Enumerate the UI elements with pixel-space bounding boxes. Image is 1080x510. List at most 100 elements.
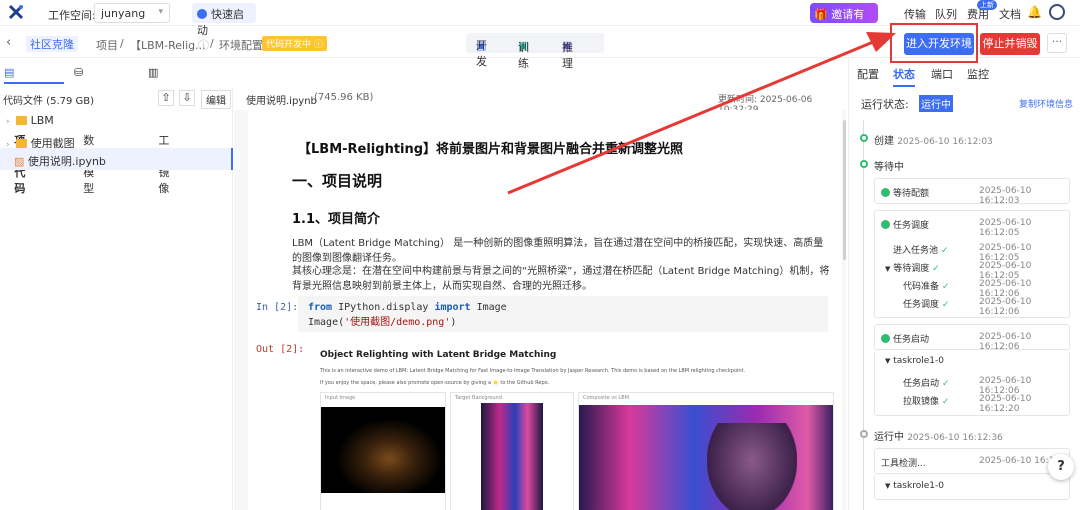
folder-label: LBM: [30, 114, 54, 127]
running-time: 2025-06-10 16:12:36: [907, 433, 1003, 443]
sub-row-time: 2025-06-10 16:12:06: [979, 279, 1032, 299]
folder-icon: [15, 139, 27, 148]
tab-project-code[interactable]: ▤ 项目代码: [4, 66, 25, 195]
notebook-page: 【LBM-Relighting】将前景图片和背景图片融合并重新调整光照 一、项目…: [248, 110, 842, 510]
created-time: 2025-06-10 16:12:03: [897, 137, 993, 147]
dog-image: [321, 407, 445, 493]
taskrole-label[interactable]: ▼ taskrole1-0: [885, 481, 944, 491]
folder-icon: [15, 116, 27, 125]
new-badge: 上新: [977, 0, 997, 10]
doc-scrollbar[interactable]: [843, 120, 846, 260]
workspace-value: junyang: [101, 7, 146, 20]
notebook-icon: ▨: [14, 155, 25, 168]
nav-transfer[interactable]: 传输: [904, 6, 926, 22]
code-line-1: from IPython.display import Image: [308, 300, 818, 315]
workspace-select[interactable]: junyang ▾: [94, 3, 170, 23]
check-icon: ✓: [941, 300, 950, 310]
quick-start-button[interactable]: 快速启动: [192, 3, 256, 37]
breadcrumb-env[interactable]: 环境配置: [219, 37, 263, 53]
tree-folder-lbm[interactable]: › LBM: [6, 114, 54, 127]
nav-docs[interactable]: 文档: [999, 6, 1021, 22]
sub-row-label: 拉取镜像 ✓: [903, 394, 949, 407]
back-icon[interactable]: ‹: [6, 35, 11, 50]
demo-subtitle-2: If you enjoy the space, please also prom…: [320, 380, 550, 386]
tab-data-model[interactable]: ⛁ 数据模型: [74, 66, 94, 195]
run-status-label: 运行状态:: [861, 98, 909, 111]
tab-monitor[interactable]: 监控: [967, 66, 989, 82]
tree-file-notebook[interactable]: ▨ 使用说明.ipynb: [14, 153, 106, 169]
card-label-text: 等待配额: [893, 189, 930, 199]
check-icon: ✓: [941, 282, 950, 292]
check-icon: ✓: [941, 379, 950, 389]
check-circle-icon: [881, 220, 890, 229]
composite-image-panel: Composite vs LBM: [578, 392, 834, 510]
sub-row-text: 任务调度: [903, 300, 940, 310]
background-image-panel: Target Background: [450, 392, 574, 510]
card-time: 2025-06-10 16:12:05: [979, 218, 1032, 238]
sub-row-time: 2025-06-10 16:12:06: [979, 297, 1032, 317]
download-icon[interactable]: ⇩: [179, 90, 195, 106]
card-label-text: 任务启动: [893, 335, 930, 345]
panel-label: Composite vs LBM: [583, 395, 629, 401]
sub-row-text: 等待调度: [893, 264, 930, 274]
taskrole-text: taskrole1-0: [893, 481, 944, 491]
bell-icon[interactable]: 🔔: [1027, 5, 1042, 19]
sub-row-label[interactable]: ▼ 等待调度 ✓: [885, 261, 940, 274]
chevron-down-icon: ▾: [158, 7, 163, 17]
tab-train-label: 训练: [518, 41, 529, 70]
created-label: 创建: [874, 136, 894, 147]
tab-work-image[interactable]: ▥ 工作镜像: [148, 66, 169, 195]
heading-1: 一、项目说明: [292, 172, 383, 190]
code-module: IPython.display: [332, 302, 435, 313]
tab-infer-label: 推理: [562, 41, 573, 70]
card-label: 等待配额: [881, 186, 929, 199]
input-image-panel: Input Image: [320, 392, 446, 510]
send-icon[interactable]: ➤: [877, 37, 886, 50]
card-label: 任务启动: [881, 332, 929, 345]
tool-check-card: 工具检测... 2025-06-10 16:12:3: [874, 448, 1070, 474]
card-time: 2025-06-10 16:12:06: [979, 332, 1032, 352]
wait-quota-card: 等待配额 2025-06-10 16:12:03: [874, 178, 1070, 206]
card-label-text: 任务调度: [893, 221, 930, 231]
tab-config[interactable]: 配置: [857, 66, 879, 82]
tab-ports[interactable]: 端口: [931, 66, 953, 82]
nav-queue[interactable]: 队列: [935, 6, 957, 22]
tool-check-label: 工具检测...: [881, 459, 926, 469]
code-cell[interactable]: from IPython.display import Image Image(…: [298, 296, 828, 332]
output-image: Object Relighting with Latent Bridge Mat…: [306, 346, 834, 510]
avatar[interactable]: [1049, 4, 1065, 20]
edit-button[interactable]: 编辑: [201, 90, 231, 109]
env-status-panel: 配置 状态 端口 监控 运行状态: 运行中 复制环境信息 创建 2025-06-…: [848, 58, 1080, 510]
timeline-running: 运行中 2025-06-10 16:12:36: [874, 428, 1003, 443]
help-button[interactable]: ?: [1048, 454, 1074, 480]
invite-button[interactable]: 🎁 邀请有礼: [810, 3, 878, 37]
more-button[interactable]: ···: [1047, 33, 1067, 53]
copy-env-info-link[interactable]: 复制环境信息: [1019, 97, 1073, 110]
community-clone-tag[interactable]: 社区克隆: [26, 36, 78, 52]
neon-background-image: [481, 403, 543, 510]
sub-row-time: 2025-06-10 16:12:05: [979, 243, 1032, 263]
chevron-right-icon: ›: [6, 117, 10, 127]
info-icon[interactable]: ⓘ: [198, 37, 209, 53]
task-schedule-card: 任务调度 2025-06-10 16:12:05 进入任务池 ✓ 2025-06…: [874, 210, 1070, 318]
check-icon: ✓: [940, 246, 949, 256]
breadcrumb-repo[interactable]: 【LBM-Relig...: [130, 37, 206, 53]
sub-row-time: 2025-06-10 16:12:20: [979, 394, 1032, 414]
taskrole-label[interactable]: ▼ taskrole1-0: [885, 356, 944, 366]
caret-down-icon: ▼: [885, 265, 891, 273]
file-tree-panel: 代码文件 (5.79 GB) ⇧ ⇩ 编辑 › LBM › 使用截图 ▨ 使用说明.…: [0, 88, 233, 510]
timeline-created: 创建 2025-06-10 16:12:03: [874, 132, 993, 147]
paragraph-intro: LBM（Latent Bridge Matching） 是一种创新的图像重照明算…: [292, 238, 824, 264]
notebook-size: (745.96 KB): [314, 92, 374, 103]
card-label: 任务调度: [881, 218, 929, 231]
notebook-body: 【LBM-Relighting】将前景图片和背景图片融合并重新调整光照 一、项目…: [234, 110, 846, 510]
upload-icon[interactable]: ⇧: [158, 90, 174, 106]
tab-status[interactable]: 状态: [893, 66, 915, 87]
heading-2: 1.1、项目简介: [292, 212, 381, 227]
breadcrumb-sep-2: /: [210, 37, 214, 50]
stop-destroy-button[interactable]: 停止并销毁: [980, 33, 1040, 55]
timeline-dot: [860, 160, 868, 168]
timeline-dot: [860, 430, 868, 438]
logo-icon[interactable]: [8, 4, 24, 20]
breadcrumb-project[interactable]: 项目: [96, 37, 118, 53]
